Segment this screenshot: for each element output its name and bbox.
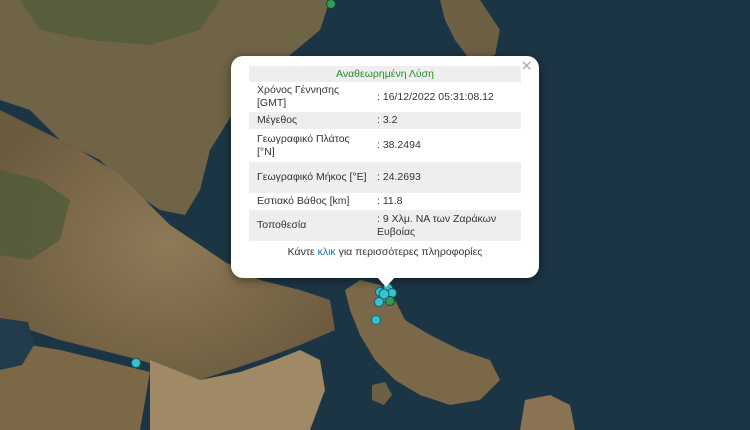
earthquake-marker[interactable] bbox=[378, 288, 390, 300]
detail-key: Γεωγραφικό Πλάτος [°N] bbox=[257, 132, 350, 158]
detail-key: Γεωγραφικό Μήκος [°E] bbox=[249, 162, 369, 193]
earthquake-marker[interactable] bbox=[131, 358, 141, 368]
close-icon[interactable]: ✕ bbox=[520, 58, 533, 74]
earthquake-details-table: Χρόνος Γέννησης [GMT] : 16/12/2022 05:31… bbox=[249, 82, 521, 241]
detail-value: : 16/12/2022 05:31:08.12 bbox=[377, 90, 494, 103]
detail-key: Τοποθεσία bbox=[249, 210, 369, 241]
table-row: Μέγεθος : 3.2 bbox=[249, 112, 521, 129]
table-row: Γεωγραφικό Μήκος [°E] : 24.2693 bbox=[249, 162, 521, 193]
popup-footer: Κάντε κλικ για περισσότερες πληροφορίες bbox=[249, 246, 521, 258]
table-row: Γεωγραφικό Πλάτος [°N] : 38.2494 bbox=[249, 129, 521, 162]
detail-value: : 38.2494 bbox=[377, 139, 421, 151]
more-info-link[interactable]: κλικ bbox=[318, 246, 336, 258]
earthquake-marker[interactable] bbox=[326, 0, 336, 9]
popup-pointer bbox=[377, 277, 395, 287]
table-row: Τοποθεσία : 9 Χλμ. ΝΑ των Ζαράκων Ευβοία… bbox=[249, 210, 521, 241]
detail-key: Εστιακό Βάθος [km] bbox=[257, 195, 350, 207]
footer-prefix: Κάντε bbox=[287, 246, 315, 258]
detail-key: Χρόνος Γέννησης [GMT] bbox=[257, 84, 340, 109]
table-row: Εστιακό Βάθος [km] : 11.8 bbox=[249, 193, 521, 210]
earthquake-marker[interactable] bbox=[371, 315, 381, 325]
detail-key: Μέγεθος bbox=[249, 112, 369, 129]
footer-suffix: για περισσότερες πληροφορίες bbox=[338, 246, 483, 258]
popup-title: Αναθεωρημένη Λύση bbox=[249, 66, 521, 82]
earthquake-info-popup: ✕ Αναθεωρημένη Λύση Χρόνος Γέννησης [GMT… bbox=[231, 56, 539, 287]
detail-value: : 9 Χλμ. ΝΑ των Ζαράκων Ευβοίας bbox=[369, 210, 521, 241]
detail-value: : 3.2 bbox=[369, 112, 521, 129]
table-row: Χρόνος Γέννησης [GMT] : 16/12/2022 05:31… bbox=[249, 82, 521, 112]
detail-value: : 24.2693 bbox=[369, 162, 521, 193]
detail-value: : 11.8 bbox=[377, 195, 403, 207]
